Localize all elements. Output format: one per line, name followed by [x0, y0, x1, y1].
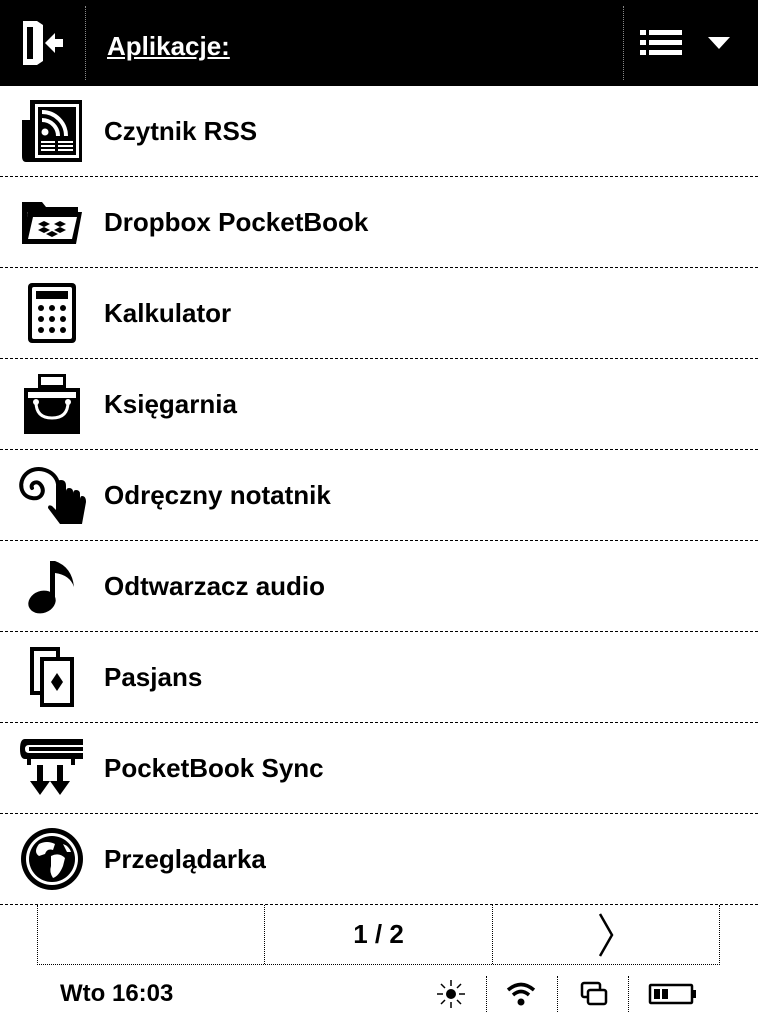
app-item-sync[interactable]: PocketBook Sync: [0, 723, 758, 814]
windows-icon: [580, 981, 608, 1006]
status-bar: Wto 16:03: [0, 966, 758, 1024]
music-note-icon: [14, 552, 90, 620]
clock: Wto 16:03: [60, 980, 174, 1007]
header-divider: [623, 6, 624, 80]
prev-page-button[interactable]: [38, 905, 264, 964]
handwriting-notes-icon: [14, 461, 90, 529]
exit-door-icon: [23, 21, 63, 65]
rss-reader-icon: [14, 97, 90, 165]
chevron-right-icon: [598, 912, 614, 957]
app-item-calculator[interactable]: Kalkulator: [0, 268, 758, 359]
view-menu-button[interactable]: [640, 22, 744, 64]
sync-books-icon: [14, 734, 90, 802]
brightness-button[interactable]: [432, 976, 470, 1012]
header-divider: [85, 6, 86, 80]
wifi-button[interactable]: [502, 976, 540, 1012]
app-label: Kalkulator: [104, 298, 232, 328]
calculator-icon: [14, 279, 90, 347]
app-label: Przeglądarka: [104, 844, 266, 874]
status-divider: [557, 976, 558, 1012]
dropbox-folder-icon: [14, 188, 90, 256]
battery-indicator[interactable]: [646, 976, 700, 1012]
app-item-browser[interactable]: Przeglądarka: [0, 814, 758, 905]
app-label: Księgarnia: [104, 389, 237, 419]
page-indicator[interactable]: 1 / 2: [264, 905, 491, 964]
app-item-notes[interactable]: Odręczny notatnik: [0, 450, 758, 541]
top-bar: Aplikacje:: [0, 0, 758, 86]
app-label: Odręczny notatnik: [104, 480, 331, 510]
status-divider: [628, 976, 629, 1012]
bookstore-bag-icon: [14, 370, 90, 438]
chevron-down-icon: [708, 37, 730, 49]
app-label: Dropbox PocketBook: [104, 207, 369, 237]
app-label: Pasjans: [104, 662, 203, 692]
status-divider: [486, 976, 487, 1012]
app-label: Odtwarzacz audio: [104, 571, 326, 601]
globe-icon: [14, 825, 90, 893]
app-label: PocketBook Sync: [104, 753, 324, 783]
task-manager-button[interactable]: [575, 976, 613, 1012]
wifi-icon: [506, 982, 536, 1006]
app-item-solitaire[interactable]: Pasjans: [0, 632, 758, 723]
next-page-button[interactable]: [491, 905, 719, 964]
app-label: Czytnik RSS: [104, 116, 258, 146]
pagination-bar: 1 / 2: [37, 905, 720, 965]
app-list: Czytnik RSS Dropbox PocketBook Kalkulato…: [0, 86, 758, 905]
battery-icon: [648, 983, 696, 1005]
app-item-dropbox[interactable]: Dropbox PocketBook: [0, 177, 758, 268]
cards-icon: [14, 643, 90, 711]
list-menu-icon: [640, 30, 682, 55]
app-item-rss[interactable]: Czytnik RSS: [0, 86, 758, 177]
app-item-bookstore[interactable]: Księgarnia: [0, 359, 758, 450]
back-button[interactable]: [0, 0, 86, 86]
app-item-audio[interactable]: Odtwarzacz audio: [0, 541, 758, 632]
brightness-icon: [437, 980, 465, 1008]
page-title[interactable]: Aplikacje:: [107, 30, 230, 62]
page-number: 1 / 2: [353, 919, 404, 949]
